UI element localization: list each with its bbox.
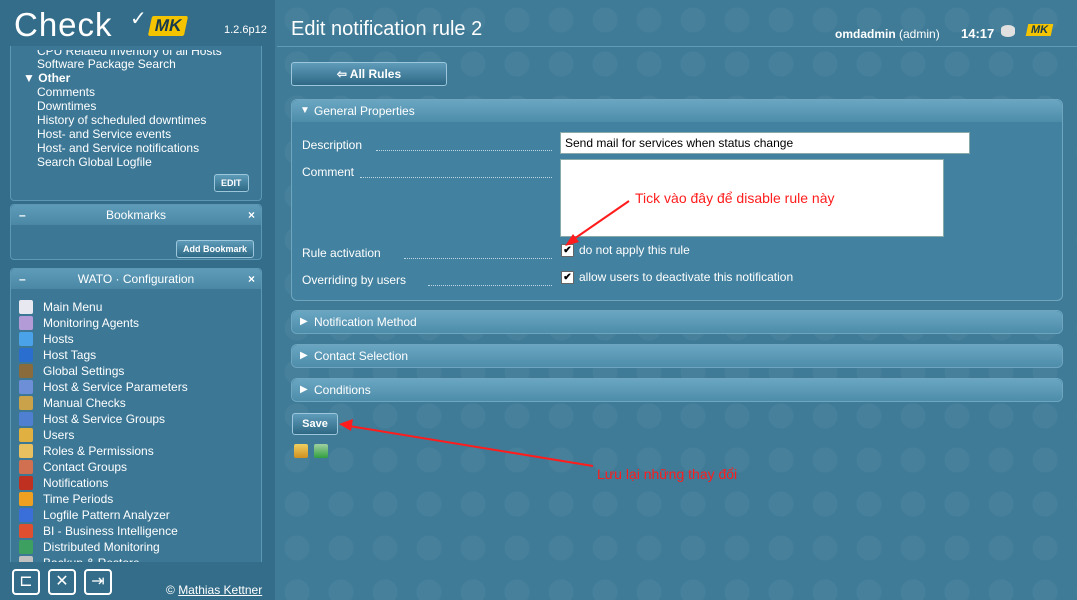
category-label: Other [38,71,71,85]
main-content: Edit notification rule 2 omdadmin (admin… [277,0,1077,600]
views-snapin: CPU Related inventory of all Hosts Softw… [10,40,262,201]
views-item-search-logfile[interactable]: Search Global Logfile [37,155,152,169]
wato-menu-item[interactable]: Host & Service Parameters [19,379,188,395]
sidebar-footer: ⊏ ✕ ⇥ © Mathias Kettner [0,562,275,600]
logo-check-icon: ✓ [130,8,147,30]
views-edit-button[interactable]: EDIT [214,174,249,192]
minimize-icon[interactable]: – [19,205,26,225]
close-icon[interactable]: × [248,205,255,225]
views-item-downtime-history[interactable]: History of scheduled downtimes [37,113,206,127]
wato-snapin: – WATO · Configuration × Main Menu Monito… [10,268,262,570]
wato-menu-item[interactable]: Global Settings [19,363,124,379]
add-snapin-icon[interactable]: ⊏ [12,569,40,595]
wato-menu-label: Monitoring Agents [43,316,140,330]
version-label: 1.2.6p12 [224,24,267,36]
wato-menu-label: Host & Service Parameters [43,380,188,394]
settings-box-icon [19,364,33,378]
wato-menu-label: BI - Business Intelligence [43,524,178,538]
wato-menu-item[interactable]: Main Menu [19,299,102,315]
bookmarks-title: Bookmarks [105,208,167,222]
views-item-downtimes[interactable]: Downtimes [37,99,96,113]
views-item-software-search[interactable]: Software Package Search [37,57,176,71]
annotation-arrow-disable [570,200,630,242]
agent-icon [19,316,33,330]
wato-menu-label: Distributed Monitoring [43,540,160,554]
wato-menu-item[interactable]: Hosts [19,331,74,347]
views-category-other[interactable]: ▼ Other [23,71,70,85]
wato-menu-item[interactable]: Time Periods [19,491,113,507]
annotation-save-note: Lưu lại những thay đổi [597,466,738,482]
wato-menu-label: Global Settings [43,364,125,378]
rules-icon [19,380,33,394]
wato-menu-item[interactable]: Users [19,427,74,443]
wato-header[interactable]: – WATO · Configuration × [11,269,261,289]
wato-menu-item[interactable]: Contact Groups [19,459,127,475]
wato-menu-item[interactable]: Distributed Monitoring [19,539,160,555]
wato-menu-label: Main Menu [43,300,103,314]
copyright: © Mathias Kettner [166,583,262,597]
wato-menu-label: Host Tags [43,348,97,362]
wato-menu-item[interactable]: Notifications [19,475,108,491]
bookmarks-snapin: – Bookmarks × Add Bookmark [10,204,262,260]
add-bookmark-button[interactable]: Add Bookmark [176,240,255,258]
tag-icon [19,348,33,362]
wato-menu-label: Notifications [43,476,109,490]
globe-icon [19,540,33,554]
logfile-icon [19,508,33,522]
logo-word: Check [14,6,113,43]
roles-icon [19,444,33,458]
copyright-symbol: © [166,583,175,597]
wato-title: WATO · Configuration [77,272,195,286]
views-item-comments[interactable]: Comments [37,85,95,99]
sidebar: CPU Related inventory of all Hosts Softw… [0,0,275,600]
wato-menu-item[interactable]: Logfile Pattern Analyzer [19,507,170,523]
wrench-icon [19,396,33,410]
views-item-events[interactable]: Host- and Service events [37,127,171,141]
contact-groups-icon [19,460,33,474]
wato-menu-item[interactable]: Manual Checks [19,395,126,411]
wato-menu-label: Users [43,428,75,442]
copyright-link[interactable]: Mathias Kettner [178,583,262,597]
wato-menu-label: Contact Groups [43,460,128,474]
category-arrow-icon: ▼ [23,71,35,85]
annotation-arrows [339,200,630,467]
tools-icon[interactable]: ✕ [48,569,76,595]
users-icon [19,428,33,442]
wato-menu-item[interactable]: Host Tags [19,347,96,363]
views-item-notifications[interactable]: Host- and Service notifications [37,141,199,155]
wato-menu-label: Roles & Permissions [43,444,154,458]
home-icon [19,300,33,314]
wato-menu-label: Manual Checks [43,396,126,410]
arrowhead-icon [339,419,353,431]
wato-menu-item[interactable]: Monitoring Agents [19,315,139,331]
wato-menu-label: Logfile Pattern Analyzer [43,508,170,522]
logo[interactable]: Check ✓ MK 1.2.6p12 [0,0,275,46]
logout-icon[interactable]: ⇥ [84,569,112,595]
groups-icon [19,412,33,426]
bi-icon [19,524,33,538]
notifications-icon [19,476,33,490]
views-cut-item[interactable]: CPU Related inventory of all Hosts [37,50,222,58]
close-icon[interactable]: × [248,269,255,289]
logo-mk: MK [147,16,189,36]
annotation-arrow-save [348,425,594,467]
wato-menu-label: Host & Service Groups [43,412,166,426]
folder-icon [19,332,33,346]
bookmarks-header[interactable]: – Bookmarks × [11,205,261,225]
wato-menu-label: Hosts [43,332,74,346]
wato-menu-label: Time Periods [43,492,114,506]
wato-menu-item[interactable]: Host & Service Groups [19,411,165,427]
clock-icon [19,492,33,506]
annotation-disable-note: Tick vào đây để disable rule này [635,190,835,206]
wato-menu-item[interactable]: BI - Business Intelligence [19,523,178,539]
wato-menu-item[interactable]: Roles & Permissions [19,443,154,459]
minimize-icon[interactable]: – [19,269,26,289]
